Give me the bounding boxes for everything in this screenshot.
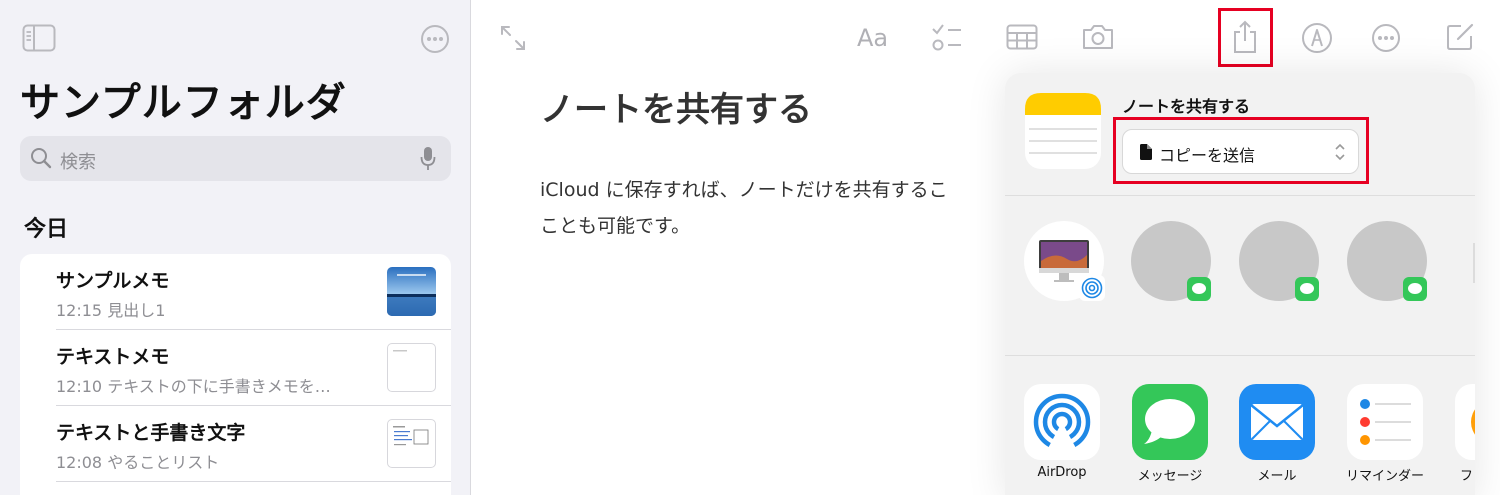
camera-icon[interactable] (1081, 23, 1115, 51)
messages-badge-icon (1403, 277, 1427, 301)
separator (1005, 195, 1475, 196)
airdrop-app-icon[interactable] (1024, 384, 1100, 460)
note-thumbnail (387, 419, 436, 468)
airdrop-badge-icon (1079, 275, 1105, 301)
airdrop-device-avatar[interactable] (1024, 221, 1105, 301)
expand-icon[interactable] (499, 24, 527, 52)
note-subtitle: 12:08 やることリスト (56, 453, 220, 472)
note-thumbnail-photo (387, 267, 436, 316)
share-sheet: ノートを共有する コピーを送信 AirDrop メッセージ メール リマインダー… (1005, 73, 1475, 495)
note-body-line: iCloud に保存すれば、ノートだけを共有するこ (540, 179, 948, 201)
note-list-item[interactable]: サンプルメモ 12:15 見出し1 (20, 254, 451, 330)
note-subtitle: 12:10 テキストの下に手書きメモを… (56, 377, 331, 396)
more-options-icon[interactable] (1371, 23, 1401, 53)
contact-avatar[interactable] (1131, 221, 1211, 301)
search-icon (31, 148, 52, 169)
app-label: メール (1257, 469, 1297, 484)
share-sheet-title: ノートを共有する (1122, 97, 1251, 116)
note-thumbnail (387, 343, 436, 392)
contact-avatar[interactable] (1239, 221, 1319, 301)
messages-badge-icon (1187, 277, 1211, 301)
sidebar-toggle-icon[interactable] (22, 24, 56, 52)
app-label: メッセージ (1137, 469, 1203, 484)
checklist-icon[interactable] (931, 22, 963, 54)
messages-app-icon[interactable] (1132, 384, 1208, 460)
app-label: フリ (1460, 469, 1475, 484)
search-placeholder: 検索 (60, 152, 96, 173)
reminders-app-icon[interactable] (1347, 384, 1423, 460)
note-title: サンプルメモ (56, 270, 170, 292)
note-body-line: ことも可能です。 (540, 215, 691, 237)
note-body[interactable]: iCloud に保存すれば、ノートだけを共有するこ ことも可能です。 (540, 172, 1010, 244)
folder-title: サンプルフォルダ (20, 80, 347, 126)
microphone-icon[interactable] (420, 146, 436, 171)
table-icon[interactable] (1006, 24, 1038, 50)
send-copy-highlight (1113, 117, 1369, 184)
markup-pen-icon[interactable] (1301, 22, 1333, 54)
text-format-button[interactable]: Aa (857, 24, 888, 52)
section-header-today: 今日 (24, 217, 69, 242)
separator (1005, 355, 1475, 356)
note-title: テキストと手書き文字 (56, 422, 246, 444)
note-subtitle: 12:15 見出し1 (56, 301, 166, 320)
share-button-highlight (1218, 8, 1273, 67)
contact-avatar-partial (1473, 243, 1475, 283)
sidebar: サンプルフォルダ 検索 今日 サンプルメモ 12:15 見出し1 テキストメモ … (0, 0, 471, 495)
note-heading: ノートを共有する (540, 90, 812, 130)
app-label: リマインダー (1345, 469, 1424, 484)
notes-app-icon (1025, 93, 1101, 169)
freeform-app-icon[interactable] (1455, 384, 1475, 460)
messages-badge-icon (1295, 277, 1319, 301)
mail-app-icon[interactable] (1239, 384, 1315, 460)
note-list-item[interactable]: テキストと手書き文字 12:08 やることリスト (20, 406, 451, 482)
search-field[interactable]: 検索 (20, 136, 451, 181)
contact-avatar[interactable] (1347, 221, 1427, 301)
notes-list: サンプルメモ 12:15 見出し1 テキストメモ 12:10 テキストの下に手書… (20, 254, 451, 495)
separator (56, 481, 451, 482)
note-list-item[interactable]: テキストメモ 12:10 テキストの下に手書きメモを… (20, 330, 451, 406)
app-label: AirDrop (1037, 465, 1087, 480)
more-options-icon[interactable] (420, 24, 450, 54)
compose-icon[interactable] (1445, 22, 1475, 52)
note-title: テキストメモ (56, 346, 170, 368)
